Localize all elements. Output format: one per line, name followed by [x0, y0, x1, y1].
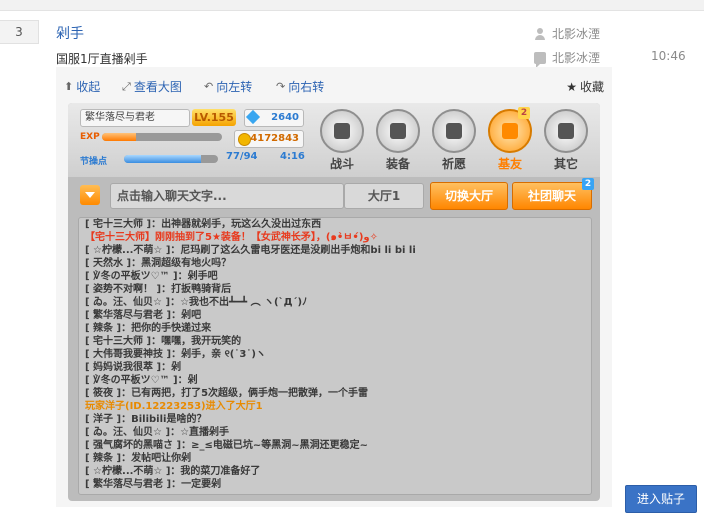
club-chat-badge: 2	[582, 178, 594, 190]
menu-equipment-button[interactable]: 装备	[374, 109, 422, 172]
menu-other-button[interactable]: 其它	[542, 109, 590, 172]
favorite-button[interactable]: ★ 收藏	[566, 78, 604, 95]
chat-line: [ 辣条 ]：把你的手快递过来	[85, 323, 212, 334]
top-divider	[0, 0, 704, 11]
coin-icon	[238, 133, 251, 146]
chat-line: [ 繁华落尽与君老 ]：一定要剁	[85, 479, 222, 490]
enter-thread-button[interactable]: 进入贴子	[625, 485, 697, 513]
chat-line: [ ☆柠檬...不萌☆ ]：我的菜刀准备好了	[85, 466, 261, 477]
friends-badge: 2	[518, 107, 530, 119]
switch-hall-button[interactable]: 切换大厅	[430, 182, 508, 210]
thread-subtitle: 国服1厅直播剁手	[56, 52, 148, 66]
chat-log[interactable]: [ 宅十三大师 ]：出神器就剁手，玩这么久没出过东西 【宅十三大师】刚刚抽到了5…	[78, 217, 592, 495]
ap-timer: 4:16	[280, 151, 305, 162]
chat-line: [ 辣条 ]：发帖吧让你剁	[85, 453, 192, 464]
last-reply-meta: 北影冰湮	[534, 49, 600, 68]
author-name[interactable]: 北影冰湮	[552, 25, 600, 42]
rotate-left-icon: ↶	[204, 80, 214, 93]
gun-icon	[376, 109, 420, 153]
ap-label: 节操点	[80, 157, 108, 167]
rotate-left-button[interactable]: ↶ 向左转	[204, 78, 252, 95]
chat-line-join: 玩家洋子(ID.12223253)进入了大厅1	[85, 401, 263, 412]
collapse-button[interactable]: ⬆ 收起	[64, 78, 100, 95]
expand-icon: ⤢	[122, 79, 131, 93]
chat-line: [ 强气腐坏的黑喵さ ]：≥_≤电磁已坑~等黑洞~黑洞还更稳定~	[85, 440, 368, 451]
diamond-counter: 2640	[244, 109, 304, 127]
ap-bar-fill	[124, 155, 202, 163]
menu-friends-button[interactable]: 2 基友	[486, 107, 534, 172]
media-toolbar: ⬆ 收起 ⤢ 查看大图 ↶ 向左转 ↷ 向右转 ★ 收藏	[56, 67, 612, 101]
exp-bar	[102, 133, 222, 141]
star-icon: ★	[566, 79, 577, 94]
chat-line: [ ℣冬の平板ツ♡™ ]：剁手吧	[85, 271, 218, 282]
author-meta: 北影冰湮	[534, 25, 600, 42]
chat-line: [ 妈妈说我很萃 ]：剁	[85, 362, 182, 373]
chat-line-system: 【宅十三大师】刚刚抽到了5★装备！【女武神长矛】，(๑•̀ㅂ•́)و✧	[85, 232, 379, 243]
player-name: 繁华落尽与君老	[80, 109, 190, 127]
media-preview: ⬆ 收起 ⤢ 查看大图 ↶ 向左转 ↷ 向右转 ★ 收藏 繁华落尽与君老 LV.…	[56, 67, 612, 507]
chat-input[interactable]: 点击输入聊天文字...	[110, 183, 344, 209]
player-level: LV.155	[192, 109, 236, 126]
rotate-right-icon: ↷	[276, 80, 286, 93]
exp-bar-fill	[102, 133, 136, 141]
thread-title-link[interactable]: 剁手	[56, 23, 84, 43]
last-reply-name[interactable]: 北影冰湮	[552, 49, 600, 66]
user-icon	[534, 27, 546, 40]
chat-line: [ 洋子 ]：Bilibili是啥的？	[85, 414, 207, 425]
chat-line: [ 大伟哥我要神技 ]：剁手，亲 ୧(˙3˙)ヽ	[85, 349, 266, 360]
exp-label: EXP	[80, 132, 100, 142]
chat-line: [ ゐ。汪、仙贝☆ ]：☆直播剁手	[85, 427, 230, 438]
castle-icon	[320, 109, 364, 153]
chat-line: [ 天然水 ]：黑洞超级有地火吗？	[85, 258, 232, 269]
menu-battle-button[interactable]: 战斗	[318, 109, 366, 172]
game-screenshot: 繁华落尽与君老 LV.155 2640 EXP 4172843 节操点 77/9…	[68, 103, 600, 501]
arrow-up-icon: ⬆	[64, 80, 74, 93]
post-time: 10:46	[651, 49, 686, 63]
current-hall: 大厅1	[344, 183, 424, 209]
chat-bar: 点击输入聊天文字... 大厅1 切换大厅 社团聊天 2	[76, 178, 594, 211]
chat-line: [ 姿势不对啊！ ]：打扳鸭骑背后	[85, 284, 232, 295]
ap-value: 77/94	[226, 151, 258, 162]
chevron-down-icon[interactable]	[80, 185, 100, 205]
chat-line: [ 筱夜 ]：已有两把，打了5次超级，俩手炮一把散弹，一个手雷	[85, 388, 369, 399]
club-chat-button[interactable]: 社团聊天 2	[512, 178, 594, 210]
menu-wish-button[interactable]: 祈愿	[430, 109, 478, 172]
view-large-button[interactable]: ⤢ 查看大图	[122, 78, 182, 95]
post-number: 3	[0, 20, 39, 44]
gold-counter: 4172843	[234, 130, 304, 148]
chat-line: [ ☆柠檬...不萌☆ ]：尼玛刷了这么久雷电牙医还是没刷出手炮和bi li b…	[85, 245, 416, 256]
game-hud: 繁华落尽与君老 LV.155 2640 EXP 4172843 节操点 77/9…	[68, 103, 600, 177]
settings-icon	[544, 109, 588, 153]
rotate-right-button[interactable]: ↷ 向右转	[276, 78, 324, 95]
ap-bar	[124, 155, 218, 163]
wish-icon	[432, 109, 476, 153]
chat-line: [ ℣冬の平板ツ♡™ ]：剁	[85, 375, 198, 386]
chat-line: [ 宅十三大师 ]：嘿嘿，我开玩笑的	[85, 336, 242, 347]
reply-icon	[534, 51, 546, 68]
chat-line: [ 繁华落尽与君老 ]：剁吧	[85, 310, 202, 321]
diamond-icon	[245, 109, 261, 125]
chat-line: [ ゐ。汪、仙贝☆ ]：☆我也不出┻━┻ ︵ ヽ(`Д´)ﾉ	[85, 297, 308, 308]
chat-line: [ 宅十三大师 ]：出神器就剁手，玩这么久没出过东西	[85, 219, 322, 230]
